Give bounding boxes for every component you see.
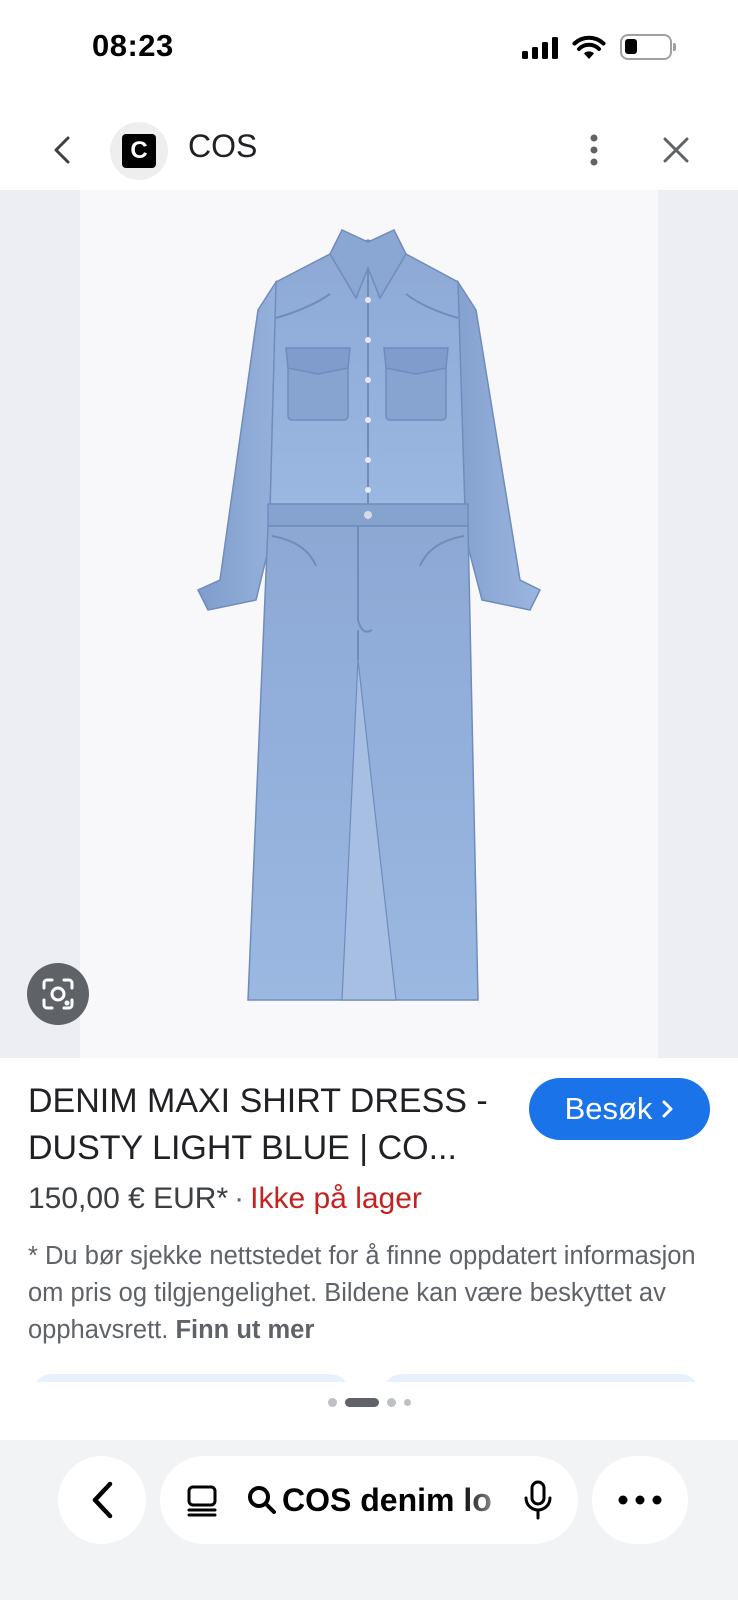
price-separator: · [234, 1182, 245, 1215]
disclaimer-text: * Du bør sjekke nettstedet for å finne o… [28, 1242, 696, 1344]
voice-search-button[interactable] [512, 1474, 564, 1526]
product-title[interactable]: DENIM MAXI SHIRT DRESS - DUSTY LIGHT BLU… [28, 1078, 518, 1172]
status-bar: 08:23 [0, 0, 738, 100]
visit-button-label: Besøk [564, 1091, 653, 1126]
disclaimer: * Du bør sjekke nettstedet for å finne o… [28, 1238, 708, 1349]
status-icons [522, 34, 676, 60]
site-name: COS [188, 128, 258, 164]
wifi-icon [572, 35, 606, 59]
price-line: 150,00 € EUR* · Ikke på lager [28, 1182, 422, 1216]
card-peek-cover [0, 1382, 738, 1412]
more-options-button[interactable] [572, 128, 616, 172]
more-vertical-icon [590, 134, 598, 166]
close-icon [663, 137, 689, 163]
search-text-fade [460, 1456, 520, 1544]
denim-dress-image [196, 229, 542, 1001]
more-menu-button[interactable] [592, 1456, 688, 1544]
pagination-dots [0, 1398, 738, 1407]
more-horizontal-icon [618, 1495, 662, 1505]
visit-button[interactable]: Besøk [529, 1078, 710, 1140]
battery-icon [620, 34, 676, 60]
back-button[interactable] [40, 128, 84, 172]
mic-icon [524, 1480, 552, 1520]
chevron-left-icon [54, 136, 70, 164]
status-time: 08:23 [92, 28, 174, 63]
lens-button[interactable] [27, 963, 89, 1025]
search-icon [248, 1486, 276, 1514]
site-logo: C [110, 122, 168, 180]
chevron-left-icon [92, 1481, 113, 1519]
page-dot-active [344, 1398, 379, 1407]
browser-back-button[interactable] [58, 1456, 146, 1544]
price: 150,00 € EUR* [28, 1182, 229, 1215]
search-bar[interactable]: COS denim lo [160, 1456, 578, 1544]
stock-status: Ikke på lager [250, 1182, 422, 1215]
site-logo-letter: C [122, 134, 156, 168]
product-image-area[interactable] [0, 190, 738, 1058]
tabs-icon[interactable] [186, 1483, 220, 1517]
close-button[interactable] [654, 128, 698, 172]
page-dot [403, 1399, 411, 1406]
lens-icon [42, 978, 74, 1010]
page-dot [327, 1398, 337, 1407]
page-dot [386, 1398, 396, 1407]
bottom-toolbar: COS denim lo [0, 1440, 738, 1600]
app-header: C COS [0, 110, 738, 190]
learn-more-link[interactable]: Finn ut mer [175, 1316, 314, 1344]
chevron-right-icon [662, 1100, 673, 1118]
cellular-signal-icon [522, 35, 558, 59]
